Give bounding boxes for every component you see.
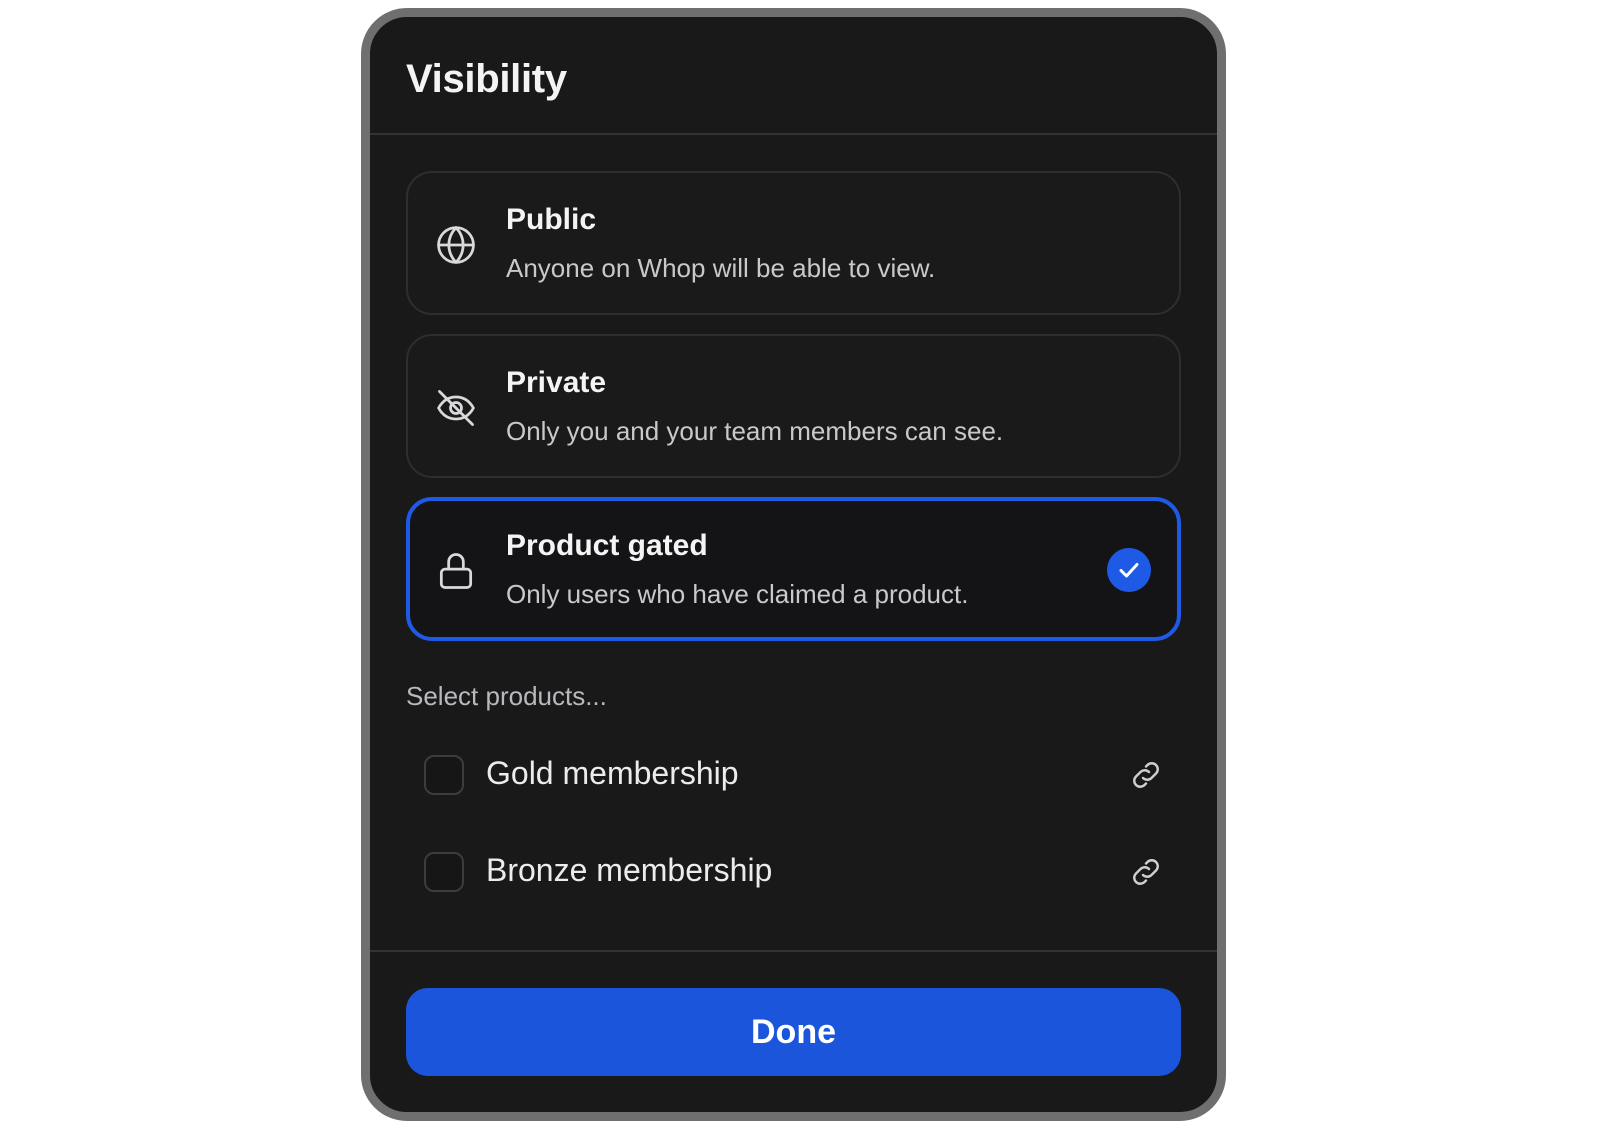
globe-icon bbox=[434, 223, 478, 267]
product-row-bronze[interactable]: Bronze membership bbox=[424, 850, 1164, 900]
select-products-label: Select products... bbox=[406, 681, 607, 711]
modal-footer: Done bbox=[370, 950, 1217, 1112]
option-description: Only users who have claimed a product. bbox=[506, 579, 969, 609]
lock-icon bbox=[434, 549, 478, 593]
link-icon[interactable] bbox=[1128, 757, 1164, 793]
modal-title: Visibility bbox=[406, 57, 567, 101]
visibility-option-product-gated[interactable]: Product gated Only users who have claime… bbox=[406, 497, 1181, 641]
eye-off-icon bbox=[434, 386, 478, 430]
visibility-option-private[interactable]: Private Only you and your team members c… bbox=[406, 334, 1181, 478]
product-name: Gold membership bbox=[486, 755, 739, 791]
option-title: Product gated bbox=[506, 529, 708, 562]
selected-check-icon bbox=[1107, 548, 1151, 592]
option-title: Public bbox=[506, 203, 597, 236]
product-row-gold[interactable]: Gold membership bbox=[424, 753, 1164, 803]
option-description: Only you and your team members can see. bbox=[506, 416, 1004, 446]
done-button[interactable]: Done bbox=[406, 988, 1181, 1076]
product-name: Bronze membership bbox=[486, 852, 773, 888]
product-checkbox[interactable] bbox=[424, 755, 464, 795]
option-title: Private bbox=[506, 366, 607, 399]
link-icon[interactable] bbox=[1128, 854, 1164, 890]
product-checkbox[interactable] bbox=[424, 852, 464, 892]
visibility-option-public[interactable]: Public Anyone on Whop will be able to vi… bbox=[406, 171, 1181, 315]
visibility-modal: Visibility Public Anyone on Whop will be… bbox=[361, 8, 1226, 1121]
option-description: Anyone on Whop will be able to view. bbox=[506, 253, 936, 283]
modal-header: Visibility bbox=[370, 17, 1217, 135]
